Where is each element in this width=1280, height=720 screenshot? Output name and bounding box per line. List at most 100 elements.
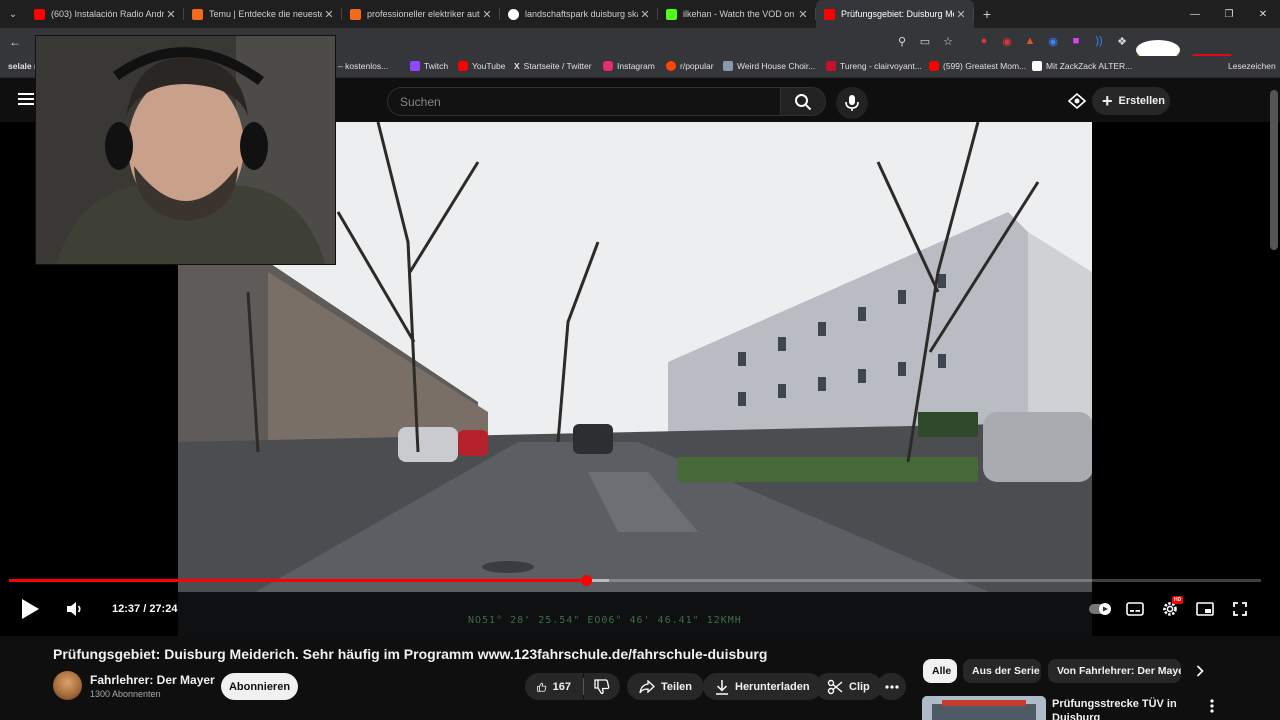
play-icon <box>22 599 39 619</box>
thumbs-down-icon <box>594 678 610 694</box>
extension-wave-icon[interactable]: )) <box>1089 31 1109 51</box>
browser-tab[interactable]: professioneller elektriker autom ✕ <box>342 0 500 28</box>
browser-tab[interactable]: Temu | Entdecke die neuesten F ✕ <box>184 0 342 28</box>
time-total: 27:24 <box>149 603 178 615</box>
like-button[interactable]: 167 <box>525 673 583 700</box>
temu-favicon-icon <box>192 8 203 20</box>
more-vertical-icon[interactable] <box>1204 697 1220 715</box>
recommendation-thumbnail[interactable] <box>922 696 1046 720</box>
new-tab-button[interactable]: + <box>974 6 1000 22</box>
bookmark-item[interactable]: Twitch <box>410 61 448 71</box>
back-arrow-icon[interactable]: ← <box>4 31 26 53</box>
tab-close-icon[interactable]: ✕ <box>954 8 968 21</box>
scissors-icon <box>827 679 843 694</box>
bookmark-item[interactable]: YouTube <box>458 61 505 71</box>
bookmark-item[interactable]: r/popular <box>666 61 714 71</box>
bookmark-label: YouTube <box>472 61 506 71</box>
share-button[interactable]: Teilen <box>627 673 704 700</box>
download-button[interactable]: Herunterladen <box>703 673 822 700</box>
settings-button[interactable]: HD <box>1158 596 1184 620</box>
subscribe-button[interactable]: Abonnieren <box>221 673 298 700</box>
time-separator: / <box>140 603 150 615</box>
tab-title: ilkehan - Watch the VOD on Ki <box>683 9 796 19</box>
minimize-window-icon[interactable]: — <box>1178 0 1212 28</box>
subtitles-button[interactable] <box>1123 598 1147 620</box>
tab-close-icon[interactable]: ✕ <box>322 8 336 21</box>
browser-tab[interactable]: ilkehan - Watch the VOD on Ki ✕ <box>658 0 816 28</box>
extension-red-icon[interactable]: ● <box>974 31 994 51</box>
volume-button[interactable] <box>63 598 87 620</box>
extension-pink-icon[interactable]: ■ <box>1066 31 1086 51</box>
extensions-puzzle-icon[interactable]: ❖ <box>1112 31 1132 51</box>
download-label: Herunterladen <box>735 680 810 693</box>
miniplayer-button[interactable] <box>1193 598 1217 620</box>
progress-bar[interactable] <box>9 575 1261 586</box>
cast-icon[interactable]: ▭ <box>915 31 935 51</box>
progress-played <box>9 579 586 582</box>
more-actions-button[interactable] <box>877 673 906 700</box>
page-scrollbar[interactable] <box>1270 90 1278 250</box>
clip-button[interactable]: Clip <box>815 673 882 700</box>
recommendation-title[interactable]: Prüfungsstrecke TÜV in Duisburg <box>1052 697 1192 720</box>
voice-search-button[interactable] <box>836 87 868 119</box>
browser-tab[interactable]: landschaftspark duisburg skate ✕ <box>500 0 658 28</box>
x-twitter-icon: X <box>514 61 520 71</box>
close-window-icon[interactable]: ✕ <box>1246 0 1280 28</box>
tab-close-icon[interactable]: ✕ <box>480 8 494 21</box>
subscriber-count: 1300 Abonnenten <box>90 689 161 699</box>
dislike-button[interactable] <box>584 673 620 700</box>
extension-icons: ⚲ ▭ ☆ ● ◉ ▲ ◉ ■ )) ❖ <box>892 31 1132 51</box>
zoom-icon[interactable]: ⚲ <box>892 31 912 51</box>
thumbs-up-icon <box>537 682 547 692</box>
browser-tab[interactable]: (603) Instalación Radio Android ✕ <box>26 0 184 28</box>
chip-all[interactable]: Alle <box>923 659 957 683</box>
tab-close-icon[interactable]: ✕ <box>796 8 810 21</box>
kick-favicon-icon <box>666 8 677 20</box>
chevron-right-icon[interactable] <box>1190 661 1210 681</box>
extension-record-icon[interactable]: ◉ <box>997 31 1017 51</box>
bookmark-item[interactable]: Instagram <box>603 61 655 71</box>
tab-search-chevron-icon[interactable]: ⌄ <box>0 0 26 28</box>
browser-tab-strip: ⌄ (603) Instalación Radio Android ✕ Temu… <box>0 0 1280 28</box>
bookmark-label: (599) Greatest Mom... <box>943 61 1027 71</box>
tab-title: professioneller elektriker autom <box>367 9 480 19</box>
play-button[interactable] <box>18 598 42 620</box>
dashcam-gps-readout: NO51° 28' 25.54" EO06° 46' 46.41" 12KMH <box>468 615 742 626</box>
tab-title: (603) Instalación Radio Android <box>51 9 164 19</box>
google-favicon-icon <box>508 8 519 20</box>
bookmark-star-icon[interactable]: ☆ <box>938 31 958 51</box>
youtube-favicon-icon <box>824 8 835 20</box>
bookmark-item[interactable]: X Startseite / Twitter <box>514 61 592 71</box>
tab-title: landschaftspark duisburg skate <box>525 9 638 19</box>
search-button[interactable] <box>780 87 826 116</box>
bookmark-item[interactable]: Mit ZackZack ALTER... <box>1032 61 1132 71</box>
temu-favicon-icon <box>350 8 361 20</box>
chip-from-channel[interactable]: Von Fahrlehrer: Der Mayer <box>1048 659 1181 683</box>
scrubber-handle[interactable] <box>580 575 592 586</box>
search-input[interactable]: Suchen <box>387 87 780 116</box>
tab-close-icon[interactable]: ✕ <box>164 8 178 21</box>
bookmark-item[interactable]: (599) Greatest Mom... <box>929 61 1026 71</box>
extension-blue-icon[interactable]: ◉ <box>1043 31 1063 51</box>
twitch-icon <box>410 61 420 71</box>
all-bookmarks-item[interactable]: Lesezeichen <box>1228 61 1276 71</box>
fullscreen-button[interactable] <box>1228 598 1252 620</box>
youtube-icon <box>929 61 939 71</box>
bookmark-item[interactable]: Weird House Choir... <box>723 61 815 71</box>
share-label: Teilen <box>661 680 692 693</box>
tab-close-icon[interactable]: ✕ <box>638 8 652 21</box>
hamburger-menu-icon[interactable] <box>18 92 34 106</box>
extension-badge-icon[interactable]: ▲ <box>1020 31 1040 51</box>
create-button[interactable]: + Erstellen <box>1092 87 1170 115</box>
restore-window-icon[interactable]: ❐ <box>1212 0 1246 28</box>
browser-tab-active[interactable]: Prüfungsgebiet: Duisburg Meid ✕ <box>816 0 974 28</box>
cast-to-tv-icon[interactable] <box>1067 92 1087 110</box>
clip-label: Clip <box>849 680 870 693</box>
bookmark-item[interactable]: Tureng - clairvoyant... <box>826 61 922 71</box>
microphone-icon <box>845 95 859 111</box>
instagram-icon <box>603 61 613 71</box>
chip-from-series[interactable]: Aus der Serie <box>963 659 1041 683</box>
autoplay-toggle[interactable] <box>1088 598 1114 620</box>
channel-name[interactable]: Fahrlehrer: Der Mayer <box>90 673 215 687</box>
channel-avatar[interactable] <box>53 671 82 700</box>
